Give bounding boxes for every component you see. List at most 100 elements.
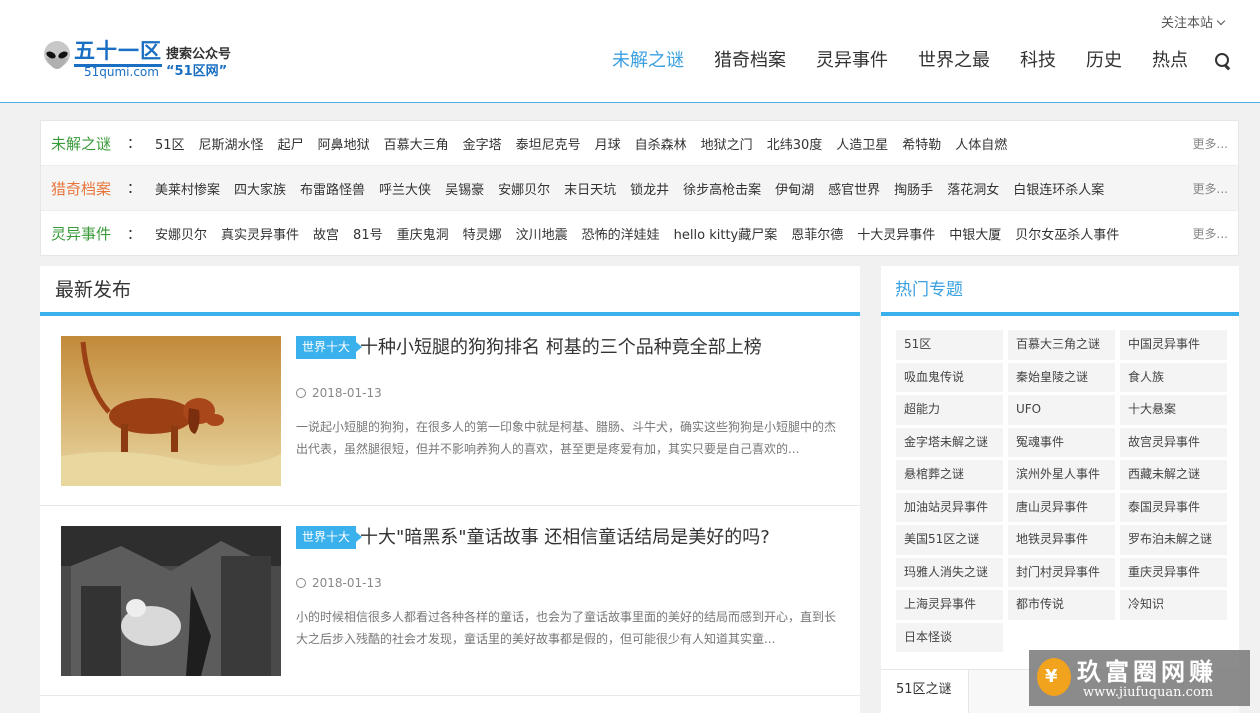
article-title[interactable]: 世界十大 十种小短腿的狗狗排名 柯基的三个品种竟全部上榜 [296, 336, 836, 360]
tag-link[interactable]: 地狱之门 [701, 138, 753, 153]
article-title-text[interactable]: 十种小短腿的狗狗排名 柯基的三个品种竟全部上榜 [360, 337, 762, 358]
topic-link[interactable]: 悬棺葬之谜 [896, 460, 1003, 490]
topic-link[interactable]: 罗布泊未解之谜 [1120, 525, 1227, 555]
tag-link[interactable]: 汶川地震 [516, 228, 568, 243]
category-badge[interactable]: 世界十大 [296, 336, 363, 359]
tag-link[interactable]: 恩菲尔德 [791, 228, 843, 243]
tag-list: 51区 尼斯湖水怪 起尸 阿鼻地狱 百慕大三角 金字塔 泰坦尼克号 月球 自杀森林 地狱之门 北纬3… [155, 134, 1021, 153]
tag-link[interactable]: 51区 [155, 138, 185, 153]
site-logo[interactable]: 五十一区 51qumi.com 搜索公众号 “51区网” [40, 38, 250, 88]
more-link[interactable]: 更多... [1193, 135, 1228, 152]
topic-link[interactable]: 十大悬案 [1120, 395, 1227, 425]
tag-link[interactable]: 贝尔女巫杀人事件 [1015, 228, 1119, 243]
topic-link[interactable]: 地铁灵异事件 [1008, 525, 1115, 555]
tag-link[interactable]: 81号 [353, 228, 383, 243]
topic-link[interactable]: 秦始皇陵之谜 [1008, 362, 1115, 392]
tag-link[interactable]: 末日天坑 [564, 183, 616, 198]
tag-link[interactable]: 吴锡豪 [445, 183, 484, 198]
tag-link[interactable]: 十大灵异事件 [857, 228, 935, 243]
nav-item-history[interactable]: 历史 [1086, 49, 1122, 73]
tag-link[interactable]: 故宫 [313, 228, 339, 243]
follow-site-menu[interactable]: 关注本站 [1161, 12, 1226, 31]
topic-grid: 51区 百慕大三角之谜 中国灵异事件 吸血鬼传说 秦始皇陵之谜 食人族 超能力 … [896, 330, 1227, 652]
topic-link[interactable]: 日本怪谈 [896, 622, 1003, 652]
nav-item-paranormal[interactable]: 灵异事件 [816, 49, 888, 73]
latest-posts-panel: 最新发布 世界十大 十种小短腿的狗狗排名 柯基的三个品种竟全部上榜 2018-0… [40, 266, 860, 713]
topic-link[interactable]: 上海灵异事件 [896, 590, 1003, 620]
tag-link[interactable]: 阿鼻地狱 [318, 138, 370, 153]
tag-link[interactable]: 重庆鬼洞 [397, 228, 449, 243]
watermark-logo-icon [1037, 658, 1071, 696]
more-link[interactable]: 更多... [1193, 180, 1228, 197]
tag-link[interactable]: 徐步高枪击案 [683, 183, 761, 198]
tag-link[interactable]: 尼斯湖水怪 [199, 138, 264, 153]
tag-link[interactable]: 落花洞女 [947, 183, 999, 198]
topic-link[interactable]: 冤魂事件 [1008, 427, 1115, 457]
tag-link[interactable]: 掏肠手 [894, 183, 933, 198]
tag-link[interactable]: 泰坦尼克号 [516, 138, 581, 153]
topic-link[interactable]: 美国51区之谜 [896, 525, 1003, 555]
tag-link[interactable]: 希特勒 [902, 138, 941, 153]
tag-link[interactable]: 特灵娜 [463, 228, 502, 243]
tag-list: 安娜贝尔 真实灵异事件 故宫 81号 重庆鬼洞 特灵娜 汶川地震 恐怖的洋娃娃 hello ki… [155, 224, 1133, 243]
tag-link[interactable]: 自杀森林 [635, 138, 687, 153]
category-badge[interactable]: 世界十大 [296, 526, 363, 549]
tag-link[interactable]: 金字塔 [463, 138, 502, 153]
tag-link[interactable]: 美莱村惨案 [155, 183, 220, 198]
tag-link[interactable]: 人体自燃 [955, 138, 1007, 153]
article-thumbnail[interactable] [61, 336, 281, 486]
topic-link[interactable]: 51区 [896, 330, 1003, 360]
topic-link[interactable]: 中国灵异事件 [1120, 330, 1227, 360]
tag-link[interactable]: 真实灵异事件 [221, 228, 299, 243]
article-title[interactable]: 世界十大 十大"暗黑系"童话故事 还相信童话结局是美好的吗? [296, 526, 836, 550]
tag-link[interactable]: 四大家族 [234, 183, 286, 198]
tag-row-category[interactable]: 猎奇档案 [51, 178, 123, 199]
topic-link[interactable]: 西藏未解之谜 [1120, 460, 1227, 490]
topic-link[interactable]: 吸血鬼传说 [896, 362, 1003, 392]
tag-row-category[interactable]: 灵异事件 [51, 223, 123, 244]
tag-link[interactable]: 百慕大三角 [384, 138, 449, 153]
tag-link[interactable]: hello kitty藏尸案 [674, 228, 778, 243]
topic-link[interactable]: 金字塔未解之谜 [896, 427, 1003, 457]
tag-link[interactable]: 锁龙井 [630, 183, 669, 198]
tag-link[interactable]: 恐怖的洋娃娃 [582, 228, 660, 243]
tag-link[interactable]: 白银连环杀人案 [1013, 183, 1104, 198]
tag-row-category[interactable]: 未解之谜 [51, 133, 123, 154]
topic-link[interactable]: 都市传说 [1008, 590, 1115, 620]
topic-link[interactable]: 食人族 [1120, 362, 1227, 392]
tag-link[interactable]: 感官世界 [828, 183, 880, 198]
nav-item-hot[interactable]: 热点 [1152, 49, 1188, 73]
topic-link[interactable]: 重庆灵异事件 [1120, 557, 1227, 587]
topic-link[interactable]: 泰国灵异事件 [1120, 492, 1227, 522]
topic-link[interactable]: 滨州外星人事件 [1008, 460, 1115, 490]
article-title-text[interactable]: 十大"暗黑系"童话故事 还相信童话结局是美好的吗? [360, 527, 770, 548]
topic-link[interactable]: 封门村灵异事件 [1008, 557, 1115, 587]
topic-link[interactable]: UFO [1008, 395, 1115, 425]
tag-link[interactable]: 中银大厦 [949, 228, 1001, 243]
topic-link[interactable]: 百慕大三角之谜 [1008, 330, 1115, 360]
tag-link[interactable]: 北纬30度 [767, 138, 823, 153]
tag-link[interactable]: 伊甸湖 [775, 183, 814, 198]
topic-link[interactable]: 玛雅人消失之谜 [896, 557, 1003, 587]
topic-link[interactable]: 加油站灵异事件 [896, 492, 1003, 522]
topic-link[interactable]: 唐山灵异事件 [1008, 492, 1115, 522]
tag-link[interactable]: 安娜贝尔 [155, 228, 207, 243]
nav-item-mysteries[interactable]: 未解之谜 [612, 49, 684, 73]
watermark-title: 玖富圈网赚 [1077, 657, 1217, 686]
nav-item-technology[interactable]: 科技 [1020, 49, 1056, 73]
tag-link[interactable]: 呼兰大侠 [379, 183, 431, 198]
nav-item-world-records[interactable]: 世界之最 [918, 49, 990, 73]
search-icon[interactable] [1214, 52, 1232, 70]
tag-link[interactable]: 月球 [595, 138, 621, 153]
tag-link[interactable]: 安娜贝尔 [498, 183, 550, 198]
article-thumbnail[interactable] [61, 526, 281, 676]
topic-link[interactable]: 超能力 [896, 395, 1003, 425]
topic-link[interactable]: 故宫灵异事件 [1120, 427, 1227, 457]
tag-link[interactable]: 布雷路怪兽 [300, 183, 365, 198]
tag-link[interactable]: 起尸 [278, 138, 304, 153]
topic-link[interactable]: 冷知识 [1120, 590, 1227, 620]
nav-item-curiosities[interactable]: 猎奇档案 [714, 49, 786, 73]
more-link[interactable]: 更多... [1193, 225, 1228, 242]
tab-51-area[interactable]: 51区之谜 [881, 670, 969, 713]
tag-link[interactable]: 人造卫星 [836, 138, 888, 153]
